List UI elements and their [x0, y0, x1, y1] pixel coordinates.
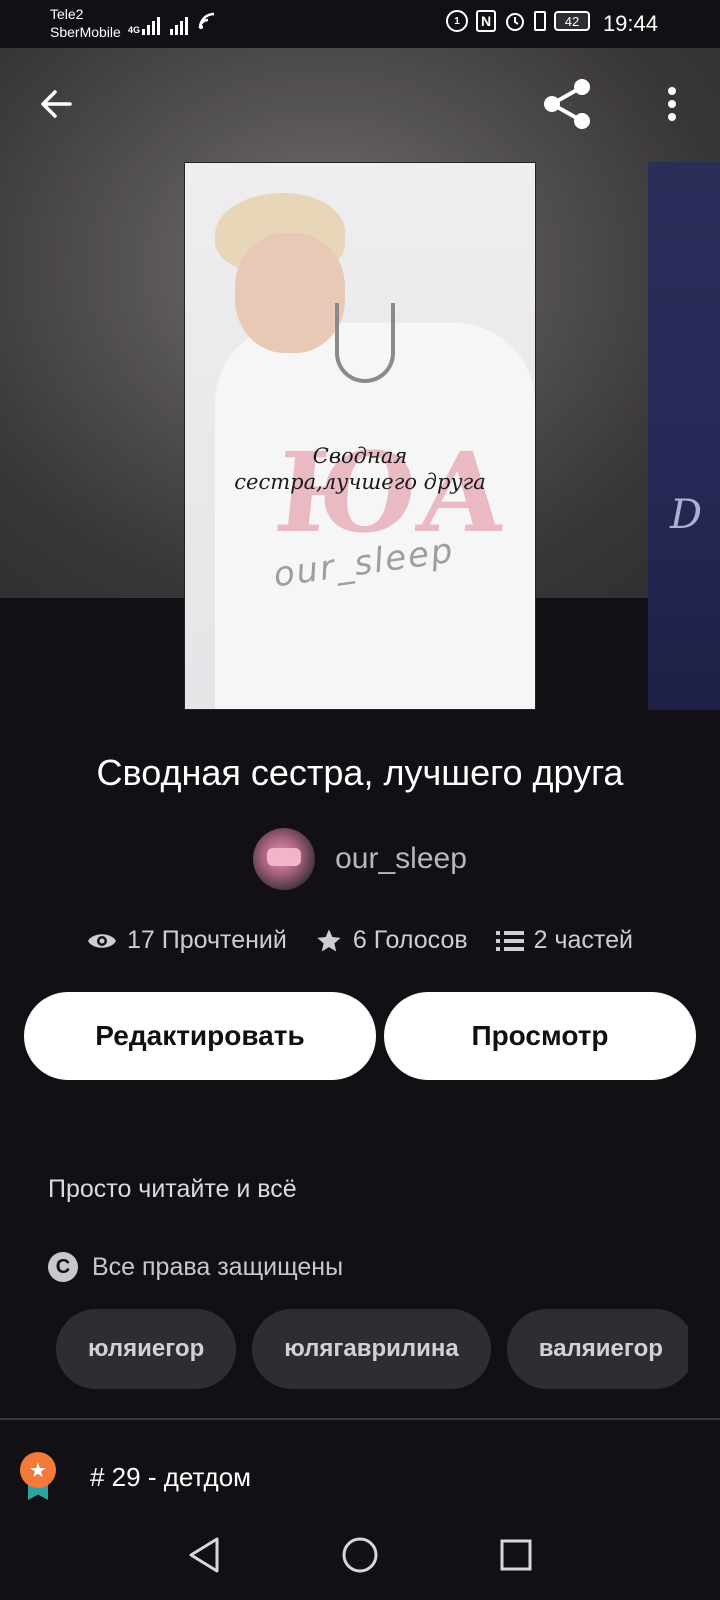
signal-icon	[170, 15, 189, 35]
story-title: Сводная сестра, лучшего друга	[96, 752, 624, 793]
ranking-badge-icon: ★	[20, 1452, 56, 1502]
system-nav-bar	[0, 1510, 720, 1600]
divider	[0, 1418, 720, 1420]
arrow-left-icon	[41, 90, 72, 118]
tag-chip[interactable]: валяиегор	[506, 1309, 688, 1389]
votes-stat: 6 Голосов	[315, 926, 468, 955]
action-buttons: Редактировать Просмотр	[24, 992, 696, 1080]
share-button[interactable]	[540, 76, 596, 132]
cover-title: Сводная сестра,лучшего друга	[234, 444, 486, 494]
carrier-info: Tele2 SberMobile	[50, 5, 121, 41]
more-vertical-icon	[668, 87, 676, 121]
tag-chip[interactable]: юлягаврилина	[252, 1309, 491, 1389]
status-bar: Tele2 SberMobile 4G 1 N 42 19:44	[0, 0, 720, 48]
eye-icon	[88, 933, 117, 948]
avatar[interactable]	[253, 828, 316, 890]
more-button[interactable]	[644, 76, 700, 132]
clock: 19:44	[602, 11, 658, 36]
back-button[interactable]	[28, 76, 84, 132]
ranking-label: # 29 - детдом	[90, 1461, 252, 1492]
status-icons: 1 N 42	[446, 10, 590, 32]
nav-back-button[interactable]	[180, 1531, 228, 1579]
next-story-cover[interactable]: D	[648, 162, 720, 710]
list-icon	[495, 930, 524, 951]
network-type: 4G	[128, 25, 141, 35]
share-icon	[544, 79, 590, 129]
author-row[interactable]: our_sleep	[0, 828, 720, 890]
nav-home-button[interactable]	[336, 1531, 384, 1579]
copyright-icon: C	[48, 1252, 78, 1282]
signal-icon	[142, 15, 161, 35]
ranking-row[interactable]: ★ # 29 - детдом	[20, 1452, 251, 1502]
tag-chip[interactable]: юляиегор	[56, 1309, 237, 1389]
star-icon	[317, 928, 341, 951]
copyright-row: C Все права защищены	[48, 1252, 343, 1282]
alarm-icon	[506, 13, 524, 31]
toolbar	[0, 48, 720, 160]
carrier-2: SberMobile	[50, 24, 121, 40]
triangle-back-icon	[189, 1537, 219, 1573]
battery-icon: 42	[554, 11, 590, 31]
carrier-1: Tele2	[50, 6, 84, 22]
vibrate-icon	[534, 11, 546, 31]
tag-list: юляиегор юлягаврилина валяиегор	[56, 1309, 688, 1389]
edit-button[interactable]: Редактировать	[24, 992, 376, 1080]
square-recents-icon	[500, 1539, 532, 1571]
wifi-icon	[198, 12, 216, 35]
nav-recents-button[interactable]	[492, 1531, 540, 1579]
preview-button[interactable]: Просмотр	[384, 992, 696, 1080]
reads-stat: 17 Прочтений	[87, 926, 287, 955]
signal-group: 4G	[128, 12, 216, 35]
ring-icon: 1	[446, 10, 468, 32]
story-stats: 17 Прочтений 6 Голосов 2 частей	[0, 926, 720, 955]
parts-stat: 2 частей	[495, 926, 633, 955]
circle-home-icon	[342, 1537, 378, 1573]
story-description: Просто читайте и всё	[48, 1175, 297, 1203]
nfc-icon: N	[476, 10, 496, 32]
author-name[interactable]: our_sleep	[335, 842, 467, 876]
story-cover[interactable]: ЮА Сводная сестра,лучшего друга our_slee…	[184, 162, 536, 710]
copyright-label: Все права защищены	[92, 1252, 344, 1281]
